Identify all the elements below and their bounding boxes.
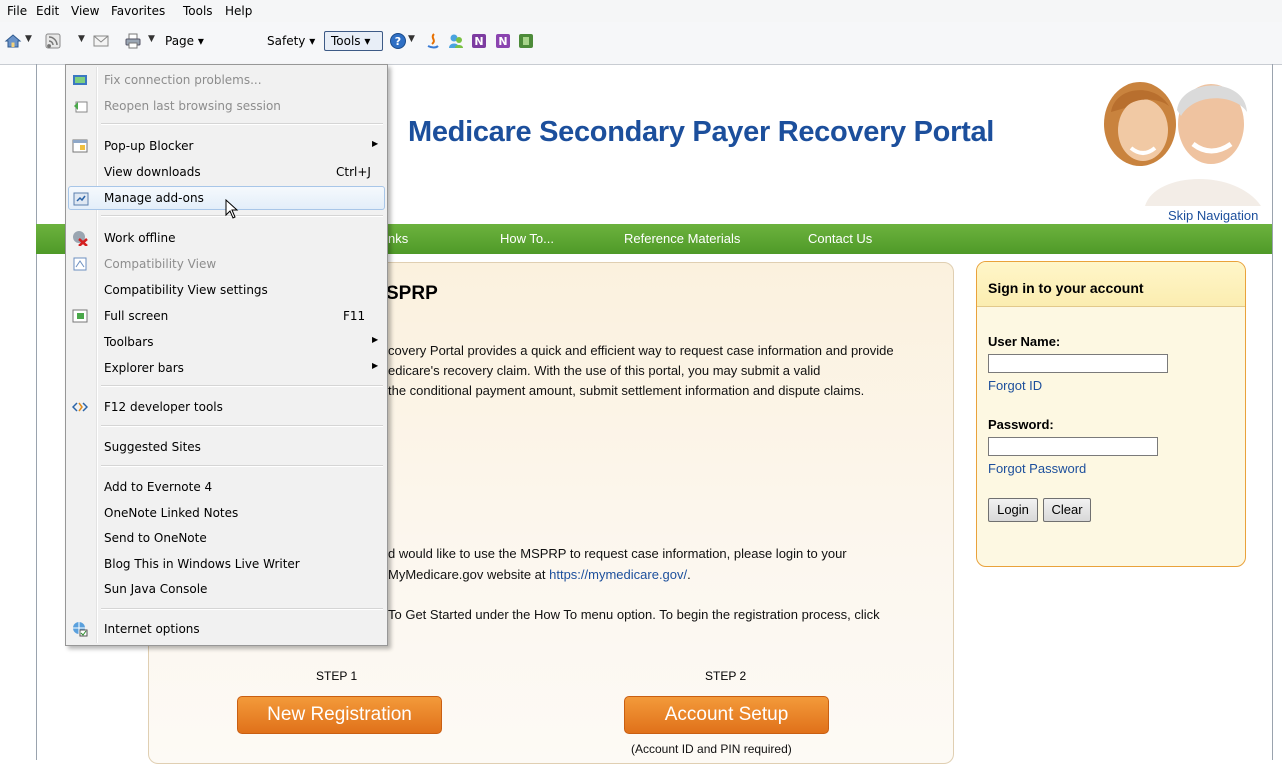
- clear-button[interactable]: Clear: [1043, 498, 1091, 522]
- password-label: Password:: [988, 417, 1054, 432]
- new-registration-button[interactable]: New Registration: [237, 696, 442, 734]
- menu-help[interactable]: Help: [225, 4, 252, 18]
- account-setup-note: (Account ID and PIN required): [631, 742, 792, 756]
- menu-item-toolbars[interactable]: Toolbars ▶: [68, 330, 385, 354]
- menu-item-suggested-sites[interactable]: Suggested Sites: [68, 435, 385, 459]
- login-instructions-line: MyMedicare.gov website at https://mymedi…: [388, 567, 691, 582]
- menu-separator: [101, 123, 383, 125]
- username-input[interactable]: [988, 354, 1168, 373]
- browser-frame-right: [1272, 64, 1273, 760]
- intro-text-line: covery Portal provides a quick and effic…: [388, 343, 894, 358]
- menu-item-sun-java-console[interactable]: Sun Java Console: [68, 577, 385, 601]
- browser-frame-left: [36, 64, 37, 760]
- chevron-down-icon[interactable]: ▼: [25, 34, 32, 44]
- help-icon[interactable]: ?: [389, 32, 407, 50]
- menu-item-send-to-onenote[interactable]: Send to OneNote: [68, 526, 385, 550]
- intro-text-line: edicare's recovery claim. With the use o…: [388, 363, 821, 378]
- mail-icon[interactable]: [92, 32, 110, 50]
- menu-item-full-screen[interactable]: Full screen F11: [68, 304, 385, 328]
- account-setup-button[interactable]: Account Setup: [624, 696, 829, 734]
- reopen-session-icon: [72, 98, 88, 114]
- svg-text:?: ?: [395, 35, 401, 48]
- menu-item-fix-connection[interactable]: Fix connection problems...: [68, 68, 385, 92]
- onenote-linked-icon[interactable]: N: [470, 32, 488, 50]
- step1-label: STEP 1: [316, 669, 358, 683]
- internet-options-icon: [72, 621, 88, 637]
- menu-separator: [101, 608, 383, 610]
- chevron-down-icon[interactable]: ▼: [148, 34, 155, 44]
- sign-in-box: Sign in to your account User Name: Forgo…: [976, 261, 1246, 567]
- hero-photo: [1085, 72, 1271, 206]
- submenu-arrow-icon: ▶: [372, 335, 379, 344]
- nav-links[interactable]: nks: [388, 231, 408, 246]
- svg-text:N: N: [498, 35, 507, 48]
- home-icon[interactable]: [4, 32, 22, 50]
- nav-how-to[interactable]: How To...: [500, 231, 554, 246]
- network-diagnose-icon: [72, 72, 88, 88]
- print-icon[interactable]: [124, 32, 142, 50]
- menu-favorites[interactable]: Favorites: [111, 4, 165, 18]
- popup-blocker-icon: [72, 138, 88, 154]
- howto-instructions-line: To Get Started under the How To menu opt…: [388, 607, 880, 622]
- menu-item-work-offline[interactable]: Work offline: [68, 226, 385, 250]
- menu-item-onenote-linked-notes[interactable]: OneNote Linked Notes: [68, 501, 385, 525]
- menu-item-popup-blocker[interactable]: Pop-up Blocker ▶: [68, 134, 385, 158]
- step2-label: STEP 2: [705, 669, 747, 683]
- intro-text-line: the conditional payment amount, submit s…: [388, 383, 865, 398]
- command-bar: ▼ ▼ ▼ Page ▾ Safety ▾ Tools ▾ ? ▼ N N: [0, 22, 1282, 65]
- menu-item-view-downloads[interactable]: View downloads Ctrl+J: [68, 160, 385, 184]
- password-input[interactable]: [988, 437, 1158, 456]
- menu-item-blog-this[interactable]: Blog This in Windows Live Writer: [68, 552, 385, 576]
- username-label: User Name:: [988, 334, 1061, 349]
- chevron-down-icon[interactable]: ▼: [78, 34, 85, 44]
- menu-item-compatibility-view[interactable]: Compatibility View: [68, 252, 385, 276]
- submenu-arrow-icon: ▶: [372, 139, 379, 148]
- site-title: Medicare Secondary Payer Recovery Portal: [408, 116, 995, 148]
- nav-contact-us[interactable]: Contact Us: [808, 231, 872, 246]
- menu-item-internet-options[interactable]: Internet options: [68, 617, 385, 641]
- menu-bar: File Edit View Favorites Tools Help: [0, 0, 1282, 23]
- content-heading: SPRP: [386, 283, 438, 304]
- menu-item-explorer-bars[interactable]: Explorer bars ▶: [68, 356, 385, 380]
- menu-item-compatibility-view-settings[interactable]: Compatibility View settings: [68, 278, 385, 302]
- page-menu-button[interactable]: Page ▾: [165, 34, 204, 48]
- submenu-arrow-icon: ▶: [372, 361, 379, 370]
- menu-view[interactable]: View: [71, 4, 99, 18]
- menu-tools[interactable]: Tools: [183, 4, 213, 18]
- svg-text:N: N: [474, 35, 483, 48]
- nav-reference-materials[interactable]: Reference Materials: [624, 231, 740, 246]
- mouse-cursor-icon: [225, 198, 239, 222]
- login-button[interactable]: Login: [988, 498, 1038, 522]
- menu-item-add-to-evernote[interactable]: Add to Evernote 4: [68, 475, 385, 499]
- onenote-icon[interactable]: N: [494, 32, 512, 50]
- feeds-icon[interactable]: [44, 32, 62, 50]
- sign-in-title: Sign in to your account: [988, 280, 1144, 296]
- compatibility-view-icon: [72, 256, 88, 272]
- tools-dropdown-menu: Fix connection problems... Reopen last b…: [65, 64, 388, 646]
- menu-separator: [101, 385, 383, 387]
- evernote-icon[interactable]: [517, 32, 535, 50]
- safety-menu-button[interactable]: Safety ▾: [267, 34, 315, 48]
- menu-separator: [101, 425, 383, 427]
- work-offline-icon: [72, 230, 88, 247]
- forgot-id-link[interactable]: Forgot ID: [988, 378, 1042, 393]
- chevron-down-icon[interactable]: ▼: [408, 34, 415, 44]
- manage-addons-icon: [73, 191, 89, 207]
- menu-edit[interactable]: Edit: [36, 4, 59, 18]
- sign-in-header: Sign in to your account: [977, 262, 1245, 307]
- menu-separator: [101, 465, 383, 467]
- skip-navigation-link[interactable]: Skip Navigation: [1168, 208, 1258, 223]
- menu-file[interactable]: File: [7, 4, 27, 18]
- login-instructions-line: d would like to use the MSPRP to request…: [388, 546, 847, 561]
- mymedicare-link[interactable]: https://mymedicare.gov/: [549, 567, 687, 582]
- menu-separator: [101, 215, 383, 217]
- forgot-password-link[interactable]: Forgot Password: [988, 461, 1086, 476]
- menu-item-reopen-session[interactable]: Reopen last browsing session: [68, 94, 385, 118]
- menu-item-f12-developer-tools[interactable]: F12 developer tools: [68, 395, 385, 419]
- messenger-icon[interactable]: [447, 32, 465, 50]
- tools-menu-button[interactable]: Tools ▾: [324, 31, 383, 51]
- full-screen-icon: [72, 308, 88, 324]
- developer-tools-icon: [71, 399, 89, 415]
- java-icon[interactable]: [424, 32, 442, 50]
